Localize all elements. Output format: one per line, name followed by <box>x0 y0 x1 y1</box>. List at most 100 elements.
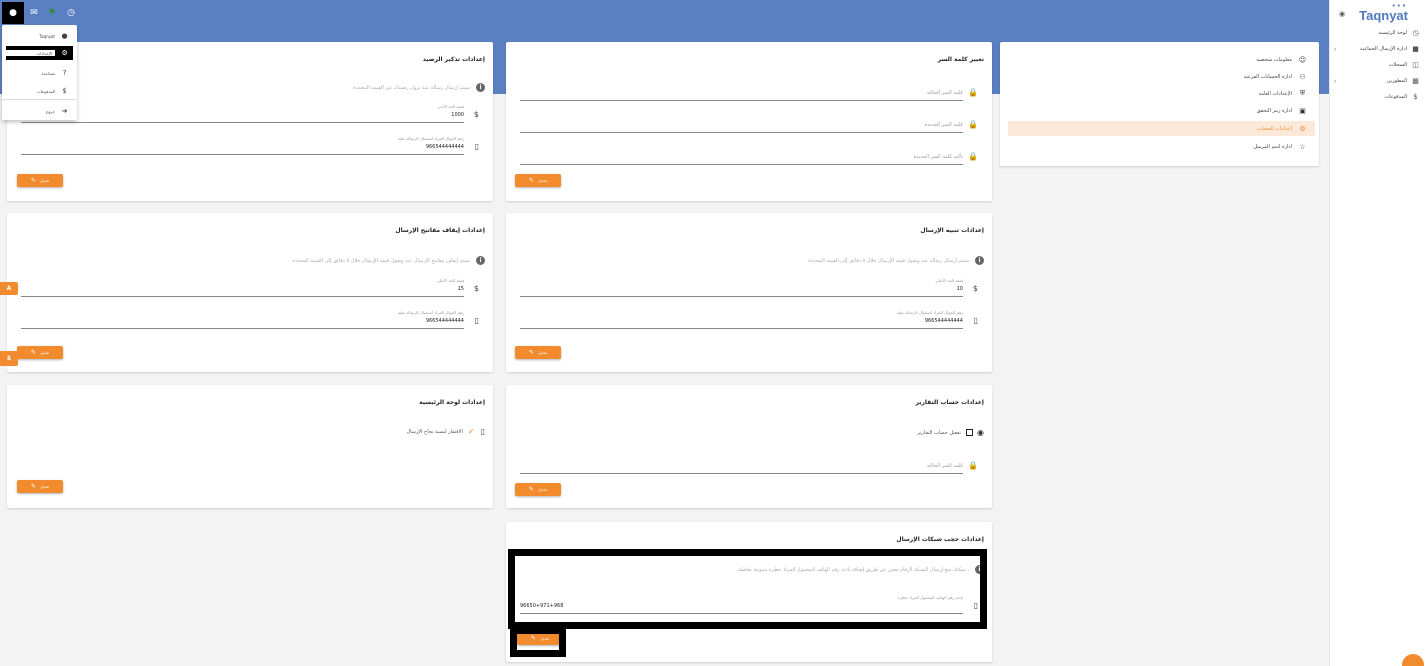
menu-item-payments[interactable]: المدفوعات $ <box>2 84 77 98</box>
side-tab-dollar[interactable]: $ <box>0 351 18 366</box>
nav-item-subaccounts[interactable]: ادارة الحسابات الفرعية ⚇ <box>1008 69 1315 84</box>
current-password-field[interactable]: كلمة السر الحالية 🔒 <box>520 82 978 104</box>
field-label: قيمة الحد الأعلى <box>436 278 464 283</box>
min-balance-field[interactable]: قيمة الحد الأدنى 1000 $ <box>21 104 479 126</box>
side-tab-a[interactable]: A <box>0 282 18 295</box>
gauge-icon: ◷ <box>1412 29 1419 37</box>
main-sidebar: ••• Taqnyat ◉ لوحة الرئيسية ◷ ‹ ادارة ال… <box>1329 0 1426 666</box>
phone-icon: ▯ <box>474 316 479 325</box>
sending-alert-edit-button[interactable]: ✎ تعديل <box>515 346 561 359</box>
field-label: رقم الجوال المراد استقبال الرسالة عليه <box>397 310 464 315</box>
button-label: تعديل <box>39 350 50 355</box>
menu-item-settings[interactable]: الإعدادات ⚙ <box>6 46 73 60</box>
reminder-phone-field[interactable]: رقم الجوال المراد استقبال الرسالة عليه 9… <box>21 136 479 158</box>
dollar-icon: $ <box>972 284 978 293</box>
dollar-icon: $ <box>1413 93 1418 101</box>
developers-icon: ▩ <box>1412 77 1419 85</box>
dashboard-settings-edit-button[interactable]: ✎ تعديل <box>17 480 63 493</box>
sidebar-item-label: المطورين <box>1386 78 1407 84</box>
field-value: 966544444444 <box>425 318 464 324</box>
field-placeholder: كلمة السر الجديدة <box>924 122 963 128</box>
sidebar-toggle-icon[interactable]: ◉ <box>1339 10 1345 18</box>
nav-item-account-settings[interactable]: إعدادات الحساب ⚙ <box>1008 121 1315 136</box>
menu-item-profile[interactable]: Taqnyat ● <box>2 29 77 43</box>
card-title: إعدادات حساب التقارير <box>915 399 984 406</box>
new-password-field[interactable]: كلمة السر الجديدة 🔒 <box>520 114 978 136</box>
info-text: سيتم إرسال رسالة عند وصول قيمة الإرسال خ… <box>808 257 969 264</box>
menu-item-logout[interactable]: خروج ➜ <box>2 104 77 118</box>
help-icon: ? <box>62 69 67 77</box>
sidebar-item-dashboard[interactable]: لوحة الرئيسية ◷ <box>1334 27 1420 39</box>
top-toolbar: ● ✉ ⚑ ◷ <box>0 0 1329 25</box>
logout-icon: ➜ <box>61 107 68 115</box>
chevron-left-icon: ‹ <box>1334 77 1337 85</box>
menu-item-label: خروج <box>45 108 55 114</box>
menu-item-help[interactable]: مساعدة ? <box>2 66 77 80</box>
dollar-icon: $ <box>62 87 67 95</box>
eye-icon: ◉ <box>977 428 984 437</box>
button-label: تعديل <box>39 178 50 183</box>
lock-icon: 🔒 <box>968 88 978 97</box>
sidebar-item-logs[interactable]: السجلات ◫ <box>1334 59 1420 71</box>
field-value: 1000 <box>451 112 464 118</box>
field-placeholder: تأكيد كلمة السر الجديدة <box>913 154 963 160</box>
balance-reminder-edit-button[interactable]: ✎ تعديل <box>17 174 63 187</box>
confirm-password-field[interactable]: تأكيد كلمة السر الجديدة 🔒 <box>520 146 978 168</box>
info-row: سيتم إرسال رسالة عند نزول رصيدك عن القيم… <box>353 83 485 92</box>
field-placeholder: كلمة السر الحالية <box>926 463 963 469</box>
info-row: سيتم إرسال رسالة عند وصول قيمة الإرسال خ… <box>808 256 984 265</box>
field-underline <box>520 473 963 474</box>
pencil-icon: ✎ <box>528 349 534 356</box>
stop-phone-field[interactable]: رقم الجوال المراد استقبال الرسالة عليه 9… <box>21 310 479 332</box>
nav-item-sender-name[interactable]: ادارة اسم المرسل ☆ <box>1008 139 1315 154</box>
logs-icon: ◫ <box>1412 61 1419 69</box>
sidebar-item-label: ادارة الإرسال الجماعية <box>1360 46 1407 52</box>
nav-item-otp[interactable]: ادارة رمز التحقق ▣ <box>1008 103 1315 118</box>
field-underline <box>21 122 464 123</box>
nav-item-personal-info[interactable]: معلومات شخصية ☺ <box>1008 52 1315 67</box>
alert-max-field[interactable]: قيمة الحد الأعلى 10 $ <box>520 278 978 300</box>
reports-account-edit-button[interactable]: ✎ تعديل <box>515 483 561 496</box>
gear-icon: ⚙ <box>61 49 68 57</box>
dollar-icon: $ <box>473 284 479 293</box>
button-label: تعديل <box>537 350 548 355</box>
reports-password-field[interactable]: كلمة السر الحالية 🔒 <box>520 455 978 477</box>
reports-checkbox[interactable] <box>966 429 974 436</box>
field-label: قيمة الحد الأعلى <box>935 278 963 283</box>
stop-keys-edit-button[interactable]: ✎ تعديل <box>17 346 63 359</box>
change-password-edit-button[interactable]: ✎ تعديل <box>515 174 561 187</box>
reports-toggle-row[interactable]: تفعيل حساب التقارير ◉ <box>917 428 984 437</box>
pencil-icon: ✎ <box>528 486 534 493</box>
message-icon: ■ <box>1412 45 1419 53</box>
field-label: رقم الجوال المراد استقبال الرسالة عليه <box>896 310 963 315</box>
sidebar-item-bulk-sending[interactable]: ‹ ادارة الإرسال الجماعية ■ <box>1334 43 1420 55</box>
field-underline <box>520 296 963 297</box>
nav-item-general-settings[interactable]: الإعدادات العامة ⛨ <box>1008 86 1315 101</box>
email-icon[interactable]: ✉ <box>26 5 42 21</box>
sidebar-item-label: السجلات <box>1388 62 1407 68</box>
card-title: إعدادات حجب شبكات الإرسال <box>896 536 984 543</box>
alert-phone-field[interactable]: رقم الجوال المراد استقبال الرسالة عليه 9… <box>520 310 978 332</box>
stop-max-field[interactable]: قيمة الحد الأعلى 15 $ <box>21 278 479 300</box>
phone-icon: ▯ <box>474 142 479 151</box>
field-label: قيمة الحد الأدنى <box>437 104 464 109</box>
account-icon[interactable]: ● <box>2 2 24 24</box>
menu-divider <box>2 99 77 100</box>
sending-alert-card: إعدادات تنبيه الإرسال سيتم إرسال رسالة ع… <box>506 213 992 372</box>
sidebar-item-payments[interactable]: المدفوعات $ <box>1334 91 1420 103</box>
field-label: رقم الجوال المراد استقبال الرسالة عليه <box>397 136 464 141</box>
sidebar-item-developers[interactable]: ‹ المطورين ▩ <box>1334 75 1420 87</box>
brand-logo[interactable]: Taqnyat <box>1359 8 1408 23</box>
info-row: سيتم إيقاف مفاتيح الإرسال عند وصول قيمة … <box>292 256 485 265</box>
flag-icon[interactable]: ⚑ <box>44 5 60 21</box>
dashboard-settings-card: إعدادات لوحة الرئيسية الافتقار لنسبة نجا… <box>7 385 493 508</box>
clock-icon[interactable]: ◷ <box>63 5 79 21</box>
chat-icon: ▣ <box>1299 106 1306 115</box>
dashboard-option-row[interactable]: الافتقار لنسبة نجاح الإرسال ✓ ▯ <box>406 427 485 436</box>
info-text: سيتم إيقاف مفاتيح الإرسال عند وصول قيمة … <box>292 257 470 264</box>
nav-item-label: معلومات شخصية <box>1256 56 1292 63</box>
redaction-box <box>510 627 566 657</box>
info-icon: i <box>476 256 485 265</box>
shield-icon: ⛨ <box>1299 89 1306 97</box>
sidebar-item-label: لوحة الرئيسية <box>1378 30 1407 36</box>
